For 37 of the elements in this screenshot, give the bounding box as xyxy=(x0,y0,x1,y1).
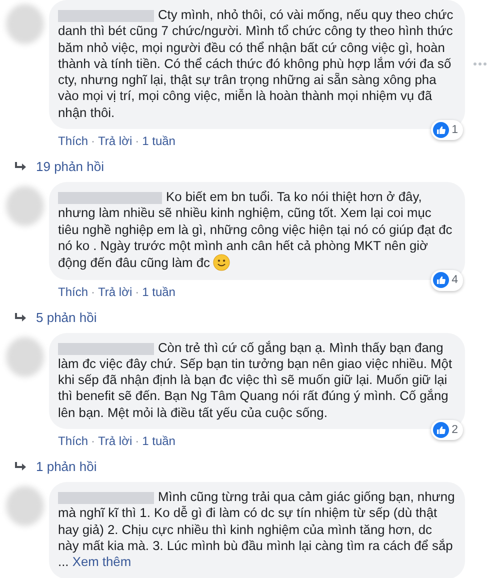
replies-link[interactable]: 19 phản hồi xyxy=(36,159,104,176)
separator: · xyxy=(135,134,140,148)
action-link[interactable]: Trả lời xyxy=(98,284,132,299)
reply-arrow-icon xyxy=(14,312,28,324)
comment-text: Ko biết em bn tuổi. Ta ko nói thiệt hơn ở đây, nhưng làm nhiều sẽ nhiều kinh nghiệm, cũng tốt. Xem lại coi mục tiêu nghề nghiệp em là gì, những công việc hiện tại nó có giúp đạt đc nó ko . Ngày trước một mình anh cân hết cả phòng MKT nên giờ động đến đâu cũng làm đc xyxy=(58,189,452,270)
action-link[interactable]: Thích xyxy=(58,434,88,448)
timestamp-link[interactable]: 1 tuần xyxy=(142,434,176,448)
action-link[interactable]: Trả lời xyxy=(98,134,132,148)
avatar[interactable] xyxy=(6,4,44,44)
like-icon xyxy=(432,422,449,438)
action-link[interactable]: Trả lời xyxy=(98,434,132,448)
replies-link[interactable]: 5 phản hồi xyxy=(36,310,97,326)
comment-text: Mình cũng từng trải qua cảm giác giống bạn, nhưng mà nghĩ kĩ thì 1. Ko dễ gì đi làm có dc sự tín nhiệm từ sếp (dù thật hay giả) 2. Chịu cực nhiều thì kinh nghiệm của mình tăng hơn, dc này mất kia mà. 3. Lúc mình bù đầu mình lại càng tìm ra cách để sắp ... Xem thêm xyxy=(58,489,455,570)
avatar[interactable] xyxy=(6,186,44,226)
action-link[interactable]: Thích xyxy=(58,134,88,148)
like-icon xyxy=(432,272,449,288)
like-icon xyxy=(432,122,449,138)
see-more-link[interactable]: Xem thêm xyxy=(72,554,132,570)
action-link[interactable]: Thích xyxy=(58,284,88,299)
avatar[interactable] xyxy=(6,486,44,526)
reaction-count[interactable]: 2 xyxy=(430,420,463,440)
separator: · xyxy=(91,434,96,448)
reply-arrow-icon xyxy=(14,161,28,174)
replies-link[interactable]: 1 phản hồi xyxy=(36,459,97,476)
separator: · xyxy=(91,284,96,299)
avatar[interactable] xyxy=(6,336,44,377)
more-options-icon[interactable] xyxy=(473,62,487,66)
reaction-count[interactable]: 4 xyxy=(430,270,463,291)
comment-text: Cty mình, nhỏ thôi, có vài mống, nếu quy theo chức danh thì bét cũng 7 chức/người. Mình tổ chức công ty theo hình thức băm nhỏ việc, mọi người đều có thể nhận bất cứ công việc gì, hoàn thành và tính tiền. Có thể cách thức đó không phù hợp lắm với đa số cty, nhưng nghĩ lại, thật sự trân trọng những ai sẵn sàng xông pha vào mọi vị trí, mọi công việc, miễn là hoàn thành mọi nhiệm vụ đã nhận thôi. xyxy=(58,7,454,120)
timestamp-link[interactable]: 1 tuần xyxy=(142,284,176,299)
separator: · xyxy=(135,434,140,448)
comment-text: Còn trẻ thì cứ cố gắng bạn ạ. Mình thấy bạn đang làm đc việc đây chứ. Sếp bạn tin tưởng bạn nên giao việc nhiều. Một khi sếp đã nhận định là bạn đc việc thì sẽ muốn giữ lại. Muốn giữ lại thì benefit sẽ đến. Bạn Ng Tâm Quang nói rất đúng ý mình. Cố gắng lên bạn. Mệt mỏi là điều tất yếu của cuộc sống. xyxy=(58,340,452,420)
reaction-count[interactable]: 1 xyxy=(430,120,463,140)
separator: · xyxy=(91,134,96,148)
reply-arrow-icon xyxy=(14,461,28,474)
separator: · xyxy=(135,284,140,299)
timestamp-link[interactable]: 1 tuần xyxy=(142,134,176,148)
